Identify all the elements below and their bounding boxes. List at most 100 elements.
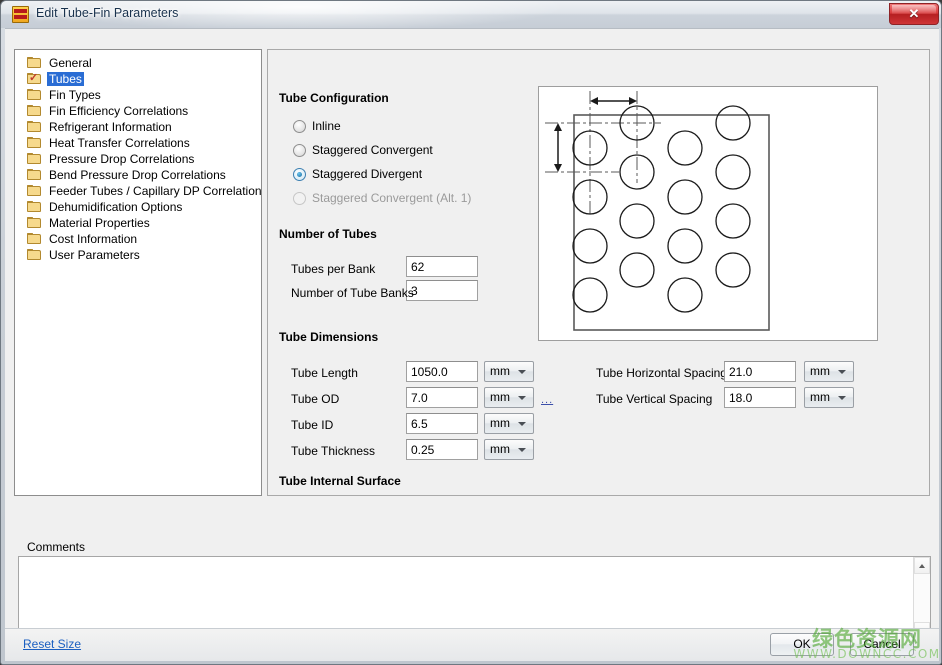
tree-item-user-parameters[interactable]: ✓ User Parameters (15, 247, 261, 263)
close-icon: ✕ (890, 6, 938, 22)
tube-thickness-unit-combo[interactable]: mm (484, 439, 534, 460)
tube-vertical-spacing-unit-combo[interactable]: mm (804, 387, 854, 408)
folder-icon: ✓ (27, 169, 42, 181)
folder-icon: ✓ (27, 217, 42, 229)
tube-od-input[interactable] (406, 387, 478, 408)
tree-item-label: Dehumidification Options (47, 200, 184, 214)
close-button[interactable]: ✕ (889, 3, 939, 25)
window-title: Edit Tube-Fin Parameters (36, 6, 178, 20)
tree-item-tubes[interactable]: ✓ Tubes (15, 71, 261, 87)
tube-circle (716, 155, 750, 189)
tree-item-label: Fin Types (47, 88, 103, 102)
tube-circle (573, 229, 607, 263)
tube-id-input[interactable] (406, 413, 478, 434)
tree-item-label: Pressure Drop Correlations (47, 152, 196, 166)
tree-item-pressure-drop-correlations[interactable]: ✓ Pressure Drop Correlations (15, 151, 261, 167)
tree-item-fin-types[interactable]: ✓ Fin Types (15, 87, 261, 103)
tube-od-unit-combo[interactable]: mm (484, 387, 534, 408)
tube-length-unit-combo[interactable]: mm (484, 361, 534, 382)
ok-button[interactable]: OK (770, 633, 834, 656)
cancel-button[interactable]: Cancel (850, 633, 914, 656)
dialog-footer: Reset Size OK Cancel (5, 628, 939, 661)
tube-horizontal-spacing-input[interactable] (724, 361, 796, 382)
combo-value: mm (490, 390, 510, 404)
tubes-per-bank-input[interactable] (406, 256, 478, 277)
tree-item-dehumidification-options[interactable]: ✓ Dehumidification Options (15, 199, 261, 215)
tube-length-label: Tube Length (291, 366, 358, 380)
comments-scrollbar[interactable] (913, 557, 930, 639)
tree-item-label: Material Properties (47, 216, 152, 230)
chevron-down-icon (838, 396, 846, 400)
radio-staggered-divergent[interactable]: Staggered Divergent (293, 167, 422, 181)
tube-horizontal-spacing-label: Tube Horizontal Spacing (596, 366, 727, 380)
tube-circle (668, 180, 702, 214)
tube-layout-svg (539, 87, 877, 340)
folder-icon: ✓ (27, 89, 42, 101)
folder-icon: ✓ (27, 153, 42, 165)
tree-item-material-properties[interactable]: ✓ Material Properties (15, 215, 261, 231)
tubes-settings-panel: Tube Configuration Inline Staggered Conv… (267, 49, 930, 496)
tree-item-label: User Parameters (47, 248, 142, 262)
comments-textarea[interactable] (19, 557, 914, 639)
tube-bank-layout-diagram (538, 86, 878, 341)
tree-item-feeder-tubes-capillary-dp-correlations[interactable]: ✓ Feeder Tubes / Capillary DP Correlatio… (15, 183, 261, 199)
combo-value: mm (490, 416, 510, 430)
radio-staggered-convergent-alt1: Staggered Convergent (Alt. 1) (293, 191, 471, 205)
tree-item-general[interactable]: ✓ General (15, 55, 261, 71)
tree-item-cost-information[interactable]: ✓ Cost Information (15, 231, 261, 247)
tubes-per-bank-label: Tubes per Bank (291, 262, 375, 276)
tube-thickness-input[interactable] (406, 439, 478, 460)
radio-inline[interactable]: Inline (293, 119, 341, 133)
scrollbar-track[interactable] (914, 574, 930, 622)
radio-icon (293, 120, 306, 133)
horizontal-spacing-dimension (590, 97, 637, 105)
tube-circle (716, 253, 750, 287)
number-of-tube-banks-input[interactable] (406, 280, 478, 301)
tube-id-unit-combo[interactable]: mm (484, 413, 534, 434)
tube-vertical-spacing-label: Tube Vertical Spacing (596, 392, 712, 406)
radio-label: Staggered Divergent (312, 167, 422, 181)
category-tree[interactable]: ✓ General ✓ Tubes ✓ Fin Types ✓ Fin Effi… (14, 49, 262, 496)
reset-size-link[interactable]: Reset Size (23, 637, 81, 651)
chevron-down-icon (838, 370, 846, 374)
tube-od-more-options-link[interactable]: ... (541, 394, 553, 406)
tree-item-label: Feeder Tubes / Capillary DP Correlations (47, 184, 262, 198)
tree-item-refrigerant-information[interactable]: ✓ Refrigerant Information (15, 119, 261, 135)
triangle-up-icon (919, 564, 925, 568)
tree-item-label: Refrigerant Information (47, 120, 174, 134)
folder-icon: ✓ (27, 185, 42, 197)
tube-circle (668, 278, 702, 312)
tube-length-input[interactable] (406, 361, 478, 382)
tree-item-fin-efficiency-correlations[interactable]: ✓ Fin Efficiency Correlations (15, 103, 261, 119)
tube-horizontal-spacing-unit-combo[interactable]: mm (804, 361, 854, 382)
tube-od-label: Tube OD (291, 392, 339, 406)
tube-circle (573, 278, 607, 312)
scroll-up-button[interactable] (914, 557, 930, 574)
tree-item-heat-transfer-correlations[interactable]: ✓ Heat Transfer Correlations (15, 135, 261, 151)
chevron-down-icon (518, 396, 526, 400)
radio-selected-icon (293, 168, 306, 181)
tube-vertical-spacing-input[interactable] (724, 387, 796, 408)
chevron-down-icon (518, 448, 526, 452)
tube-circle (620, 204, 654, 238)
folder-icon: ✓ (27, 121, 42, 133)
radio-label: Staggered Convergent (Alt. 1) (312, 191, 471, 205)
folder-icon: ✓ (27, 57, 42, 69)
tree-item-label: Heat Transfer Correlations (47, 136, 192, 150)
vertical-spacing-dimension (554, 123, 562, 172)
radio-icon (293, 144, 306, 157)
category-tree-list: ✓ General ✓ Tubes ✓ Fin Types ✓ Fin Effi… (15, 50, 261, 263)
tube-circle (716, 204, 750, 238)
combo-value: mm (810, 364, 830, 378)
tube-bank-outline (574, 115, 769, 330)
tree-item-bend-pressure-drop-correlations[interactable]: ✓ Bend Pressure Drop Correlations (15, 167, 261, 183)
folder-icon: ✓ (27, 137, 42, 149)
title-bar: Edit Tube-Fin Parameters ✕ (1, 1, 942, 28)
radio-staggered-convergent[interactable]: Staggered Convergent (293, 143, 433, 157)
radio-label: Staggered Convergent (312, 143, 433, 157)
tree-item-label: General (47, 56, 94, 70)
tree-item-label: Fin Efficiency Correlations (47, 104, 190, 118)
chevron-down-icon (518, 422, 526, 426)
app-icon (12, 6, 29, 23)
tree-item-label: Tubes (47, 72, 84, 86)
